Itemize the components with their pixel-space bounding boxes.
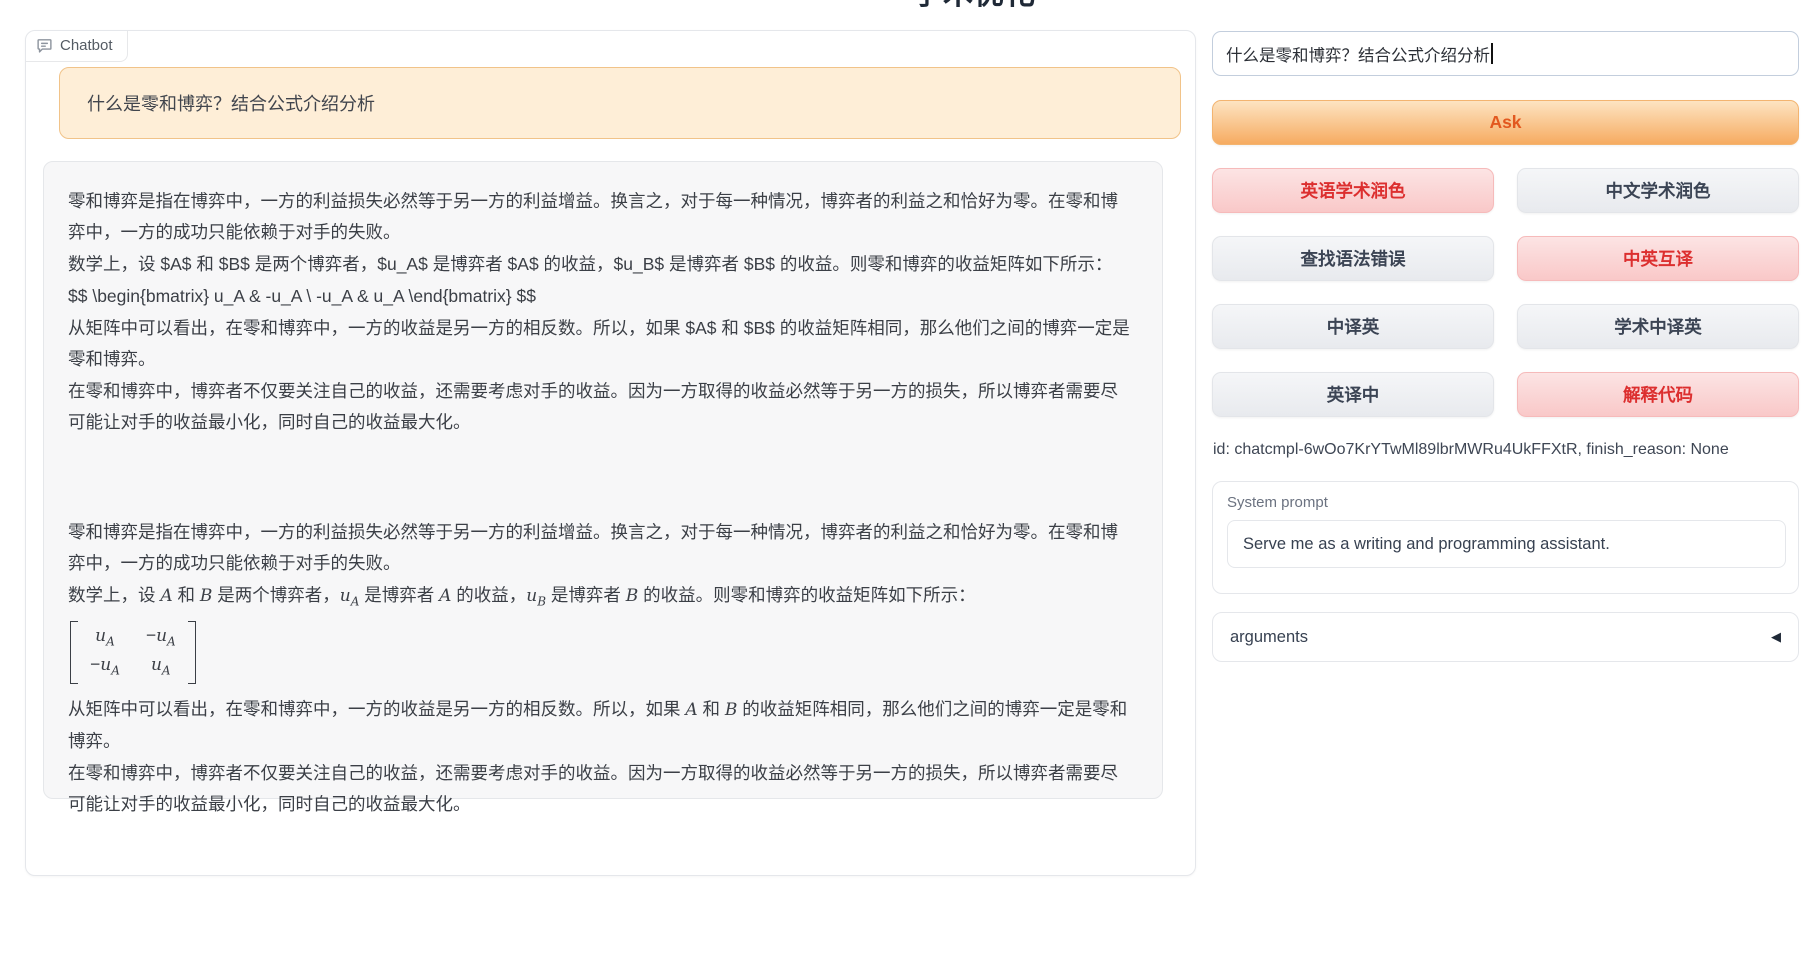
- bot-rendered-line: 数学上，设 A 和 B 是两个博弈者，uA 是博弈者 A 的收益，uB 是博弈者…: [68, 580, 1134, 617]
- action-button-zh-academic-polish[interactable]: 中文学术润色: [1517, 168, 1799, 213]
- action-button-en-academic-polish[interactable]: 英语学术润色: [1212, 168, 1494, 213]
- completion-status-line: id: chatcmpl-6wOo7KrYTwMl89lbrMWRu4UkFFX…: [1213, 441, 1729, 459]
- bot-rendered-line: 零和博弈是指在博弈中，一方的利益损失必然等于另一方的利益增益。换言之，对于每一种…: [68, 517, 1134, 579]
- matrix-cell: uA: [146, 653, 176, 681]
- matrix-cell: uA: [90, 624, 120, 652]
- arguments-accordion[interactable]: arguments ◀: [1212, 612, 1799, 662]
- matrix-cell: −uA: [146, 624, 176, 652]
- chatbot-label: Chatbot: [26, 31, 128, 62]
- bot-raw-line: 从矩阵中可以看出，在零和博弈中，一方的收益是另一方的相反数。所以，如果 $A$ …: [68, 313, 1134, 375]
- matrix-cell: −uA: [90, 653, 120, 681]
- user-message-bubble: 什么是零和博弈？结合公式介绍分析: [59, 67, 1181, 139]
- system-prompt-panel: System prompt: [1212, 481, 1799, 594]
- bot-raw-line: 在零和博弈中，博弈者不仅要关注自己的收益，还需要考虑对手的收益。因为一方取得的收…: [68, 376, 1134, 438]
- system-prompt-input[interactable]: [1227, 520, 1786, 568]
- accordion-collapse-icon[interactable]: ◀: [1771, 629, 1781, 645]
- action-button-find-grammar-errors[interactable]: 查找语法错误: [1212, 236, 1494, 281]
- user-message-text: 什么是零和博弈？结合公式介绍分析: [87, 90, 375, 116]
- action-button-academic-zh-to-en[interactable]: 学术中译英: [1517, 304, 1799, 349]
- prompt-input[interactable]: 什么是零和博弈？结合公式介绍分析: [1212, 31, 1799, 76]
- bot-rendered-line: 从矩阵中可以看出，在零和博弈中，一方的收益是另一方的相反数。所以，如果 A 和 …: [68, 694, 1134, 757]
- payoff-matrix: uA −uA −uA uA: [70, 621, 196, 684]
- action-button-zh-to-en[interactable]: 中译英: [1212, 304, 1494, 349]
- bot-raw-line: 数学上，设 $A$ 和 $B$ 是两个博弈者，$u_A$ 是博弈者 $A$ 的收…: [68, 249, 1134, 280]
- action-button-explain-code[interactable]: 解释代码: [1517, 372, 1799, 417]
- system-prompt-label: System prompt: [1227, 494, 1784, 511]
- chatbot-label-text: Chatbot: [60, 37, 113, 54]
- matrix-left-bracket: [70, 621, 78, 684]
- action-button-en-to-zh[interactable]: 英译中: [1212, 372, 1494, 417]
- matrix-right-bracket: [188, 621, 196, 684]
- text-cursor: [1491, 43, 1493, 64]
- bot-raw-line: 零和博弈是指在博弈中，一方的利益损失必然等于另一方的利益增益。换言之，对于每一种…: [68, 186, 1134, 248]
- prompt-input-value: 什么是零和博弈？结合公式介绍分析: [1226, 42, 1490, 66]
- arguments-accordion-label: arguments: [1230, 628, 1308, 647]
- app-root: 学术优化 Chatbot 什么是零和博弈？结合公式介绍分析 零和博弈是指在博弈中…: [0, 0, 1814, 961]
- chat-bubble-icon: [36, 37, 53, 54]
- bot-rendered-line: 在零和博弈中，博弈者不仅要关注自己的收益，还需要考虑对手的收益。因为一方取得的收…: [68, 758, 1134, 820]
- action-button-zh-en-mutual-translate[interactable]: 中英互译: [1517, 236, 1799, 281]
- bot-message-bubble: 零和博弈是指在博弈中，一方的利益损失必然等于另一方的利益增益。换言之，对于每一种…: [43, 161, 1163, 799]
- bot-raw-formula: $$ \begin{bmatrix} u_A & -u_A \ -u_A & u…: [68, 281, 1134, 312]
- paragraph-gap: [68, 439, 1134, 517]
- chatbot-panel: Chatbot 什么是零和博弈？结合公式介绍分析 零和博弈是指在博弈中，一方的利…: [25, 30, 1196, 876]
- ask-button[interactable]: Ask: [1212, 100, 1799, 145]
- page-title: 学术优化: [912, 0, 1036, 13]
